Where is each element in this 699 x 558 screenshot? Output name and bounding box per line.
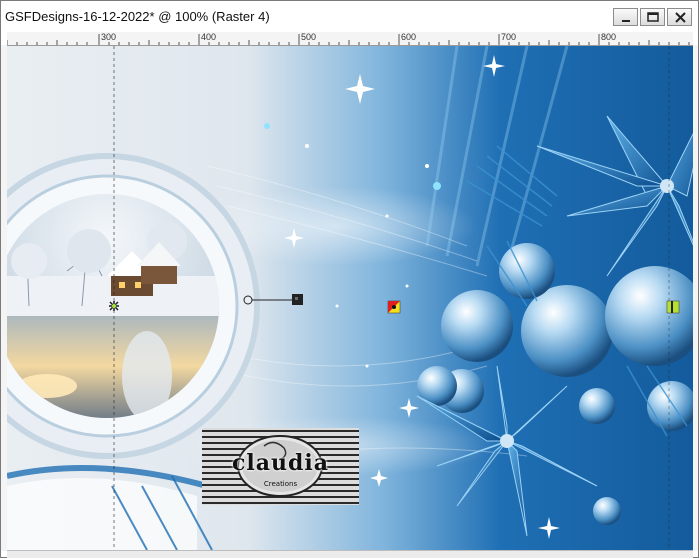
minimize-button[interactable] — [613, 8, 638, 26]
minimize-icon — [622, 20, 630, 22]
watermark-subtext: Creations — [263, 480, 298, 488]
restore-button[interactable] — [640, 8, 665, 26]
window-controls — [613, 8, 692, 26]
ruler-label: 400 — [201, 32, 217, 42]
ruler-label: 800 — [601, 32, 617, 42]
horizontal-scrollbar[interactable] — [7, 550, 693, 558]
horizontal-ruler[interactable]: 300 400 500 600 700 800 — [7, 32, 693, 46]
watermark-text: claudia — [232, 450, 329, 476]
watermark: claudia Creations — [202, 428, 359, 505]
window-title: GSFDesigns-16-12-2022* @ 100% (Raster 4) — [5, 9, 270, 24]
image-canvas[interactable]: claudia Creations — [7, 46, 693, 550]
ruler-label: 500 — [301, 32, 317, 42]
image-window: GSFDesigns-16-12-2022* @ 100% (Raster 4) — [0, 0, 699, 558]
ruler-label: 600 — [401, 32, 417, 42]
close-icon — [675, 12, 686, 23]
title-bar[interactable]: GSFDesigns-16-12-2022* @ 100% (Raster 4) — [1, 1, 698, 32]
restore-icon — [647, 12, 659, 22]
ruler-label: 300 — [101, 32, 117, 42]
ruler-label: 700 — [501, 32, 517, 42]
close-button[interactable] — [667, 8, 692, 26]
